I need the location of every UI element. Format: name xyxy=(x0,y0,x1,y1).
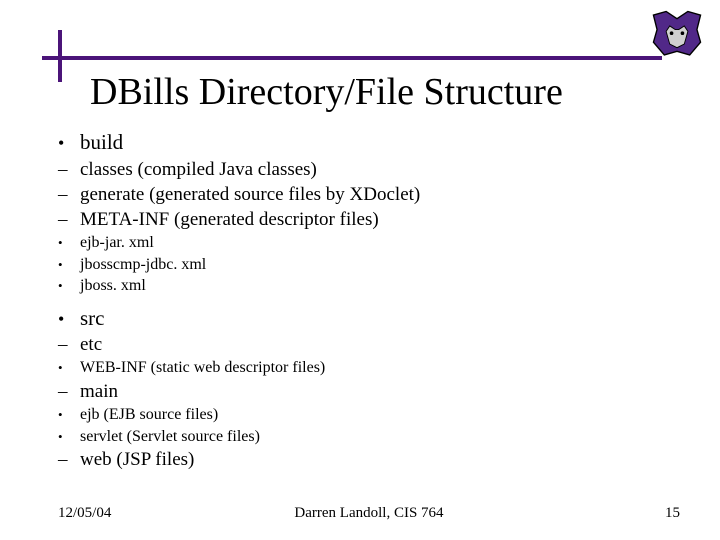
text: web (JSP files) xyxy=(80,448,194,471)
accent-line-h xyxy=(42,56,662,60)
text: build xyxy=(80,130,123,156)
slide-body: build classes (compiled Java classes) ge… xyxy=(58,128,680,473)
bullet-src-etc: etc xyxy=(58,333,680,356)
footer-date: 12/05/04 xyxy=(58,505,111,522)
bullet-servlet: servlet (Servlet source files) xyxy=(58,427,680,447)
text: jbosscmp-jdbc. xml xyxy=(80,255,206,275)
text: etc xyxy=(80,333,102,356)
bullet-build-generate: generate (generated source files by XDoc… xyxy=(58,183,680,206)
text: META-INF (generated descriptor files) xyxy=(80,208,379,231)
bullet-ejb: ejb (EJB source files) xyxy=(58,405,680,425)
text: classes (compiled Java classes) xyxy=(80,158,317,181)
text: ejb-jar. xml xyxy=(80,233,154,253)
text: main xyxy=(80,380,118,403)
bullet-build: build xyxy=(58,130,680,156)
text: jboss. xml xyxy=(80,276,146,296)
text: servlet (Servlet source files) xyxy=(80,427,260,447)
footer: 12/05/04 Darren Landoll, CIS 764 15 xyxy=(58,505,680,522)
bullet-jbosscmp: jbosscmp-jdbc. xml xyxy=(58,255,680,275)
text: generate (generated source files by XDoc… xyxy=(80,183,420,206)
wildcat-logo xyxy=(648,6,706,64)
bullet-build-metainf: META-INF (generated descriptor files) xyxy=(58,208,680,231)
bullet-src: src xyxy=(58,306,680,332)
slide: DBills Directory/File Structure build cl… xyxy=(0,0,720,540)
bullet-src-main: main xyxy=(58,380,680,403)
footer-author: Darren Landoll, CIS 764 xyxy=(58,505,680,522)
bullet-webinf: WEB-INF (static web descriptor files) xyxy=(58,358,680,378)
slide-title: DBills Directory/File Structure xyxy=(90,70,563,114)
accent-line-v xyxy=(58,30,62,82)
bullet-src-web: web (JSP files) xyxy=(58,448,680,471)
bullet-jboss: jboss. xml xyxy=(58,276,680,296)
text: WEB-INF (static web descriptor files) xyxy=(80,358,325,378)
footer-page: 15 xyxy=(665,505,680,522)
text: src xyxy=(80,306,105,332)
bullet-build-classes: classes (compiled Java classes) xyxy=(58,158,680,181)
text: ejb (EJB source files) xyxy=(80,405,218,425)
bullet-ejb-jar: ejb-jar. xml xyxy=(58,233,680,253)
